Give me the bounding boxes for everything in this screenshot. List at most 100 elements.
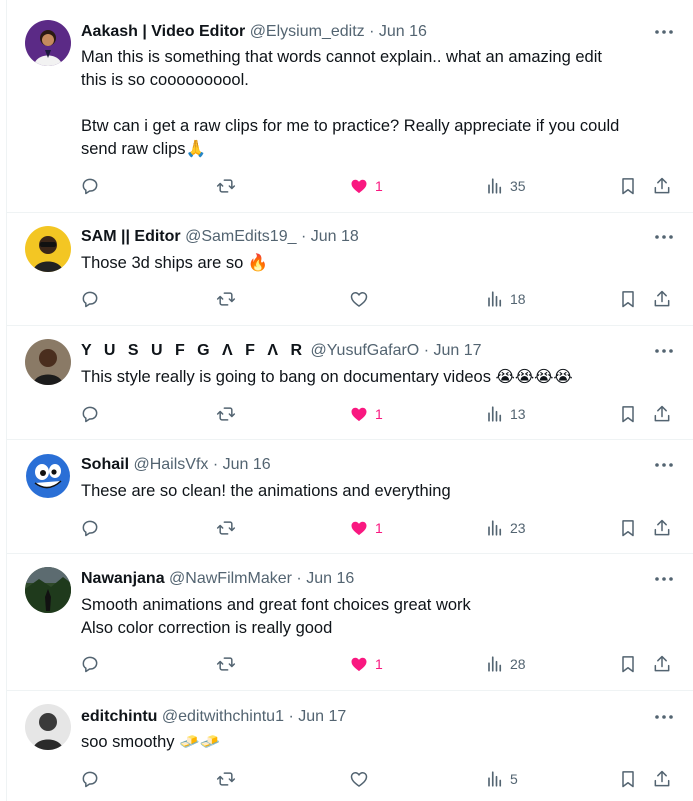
- retweet-button[interactable]: [216, 767, 236, 791]
- reply-icon: [82, 406, 98, 423]
- share-button[interactable]: [652, 767, 672, 791]
- like-count: 1: [375, 520, 383, 536]
- share-button[interactable]: [652, 652, 672, 676]
- tweet-date[interactable]: Jun 18: [311, 228, 359, 245]
- views-button[interactable]: 28: [486, 652, 526, 676]
- reply-tweet[interactable]: Aakash | Video Editor @Elysium_editz · J…: [7, 0, 693, 213]
- separator-dot: ·: [423, 342, 430, 359]
- like-button[interactable]: [349, 767, 375, 791]
- separator-dot: ·: [212, 456, 219, 473]
- view-count: 18: [510, 291, 526, 307]
- like-count: 1: [375, 178, 383, 194]
- views-button[interactable]: 18: [486, 287, 526, 311]
- retweet-button[interactable]: [216, 516, 236, 540]
- retweet-button[interactable]: [216, 174, 236, 198]
- bookmark-button[interactable]: [618, 516, 638, 540]
- text-line: This style really is going to bang on do…: [81, 368, 573, 386]
- bookmark-icon: [622, 406, 634, 423]
- avatar[interactable]: [25, 20, 71, 66]
- display-name[interactable]: editchintu: [81, 708, 157, 725]
- user-handle[interactable]: @YusufGafarO: [311, 342, 420, 359]
- view-count: 13: [510, 406, 526, 422]
- retweet-button[interactable]: [216, 402, 236, 426]
- share-button[interactable]: [652, 174, 672, 198]
- more-icon[interactable]: [647, 340, 681, 362]
- display-name[interactable]: Sohail: [81, 456, 129, 473]
- bookmark-button[interactable]: [618, 287, 638, 311]
- more-icon[interactable]: [647, 568, 681, 590]
- bookmark-button[interactable]: [618, 652, 638, 676]
- retweet-icon: [216, 407, 236, 421]
- views-button[interactable]: 23: [486, 516, 526, 540]
- reply-tweet[interactable]: editchintu @editwithchintu1 · Jun 17 soo…: [7, 690, 693, 801]
- share-icon: [654, 655, 670, 672]
- reply-button[interactable]: [80, 767, 100, 791]
- like-button[interactable]: 1: [349, 174, 383, 198]
- reply-tweet[interactable]: Sohail @HailsVfx · Jun 16 These are so c…: [7, 439, 693, 554]
- avatar[interactable]: [25, 704, 71, 750]
- views-button[interactable]: 13: [486, 402, 526, 426]
- user-handle[interactable]: @NawFilmMaker: [169, 570, 292, 587]
- avatar[interactable]: [25, 339, 71, 385]
- text-line: Btw can i get a raw clips for me to prac…: [81, 117, 620, 135]
- action-bar: 5: [7, 767, 693, 791]
- more-icon[interactable]: [647, 706, 681, 728]
- tweet-header: editchintu @editwithchintu1 · Jun 17: [81, 707, 346, 727]
- share-icon: [654, 519, 670, 536]
- retweet-button[interactable]: [216, 287, 236, 311]
- share-button[interactable]: [652, 287, 672, 311]
- tweet-header: Sohail @HailsVfx · Jun 16: [81, 455, 271, 475]
- avatar[interactable]: [25, 567, 71, 613]
- tweet-header: SAM || Editor @SamEdits19_ · Jun 18: [81, 227, 359, 247]
- separator-dot: ·: [369, 23, 375, 40]
- display-name[interactable]: Y U S U F G Λ F Λ R: [81, 342, 306, 359]
- tweet-date[interactable]: Jun 17: [298, 708, 346, 725]
- like-count: 1: [375, 656, 383, 672]
- user-handle[interactable]: @editwithchintu1: [162, 708, 284, 725]
- user-handle[interactable]: @SamEdits19_: [185, 228, 296, 245]
- display-name[interactable]: SAM || Editor: [81, 228, 181, 245]
- like-button[interactable]: 1: [349, 402, 383, 426]
- user-handle[interactable]: @Elysium_editz: [250, 23, 365, 40]
- separator-dot: ·: [296, 570, 302, 587]
- tweet-date[interactable]: Jun 16: [379, 23, 427, 40]
- views-button[interactable]: 5: [486, 767, 518, 791]
- text-line: Smooth animations and great font choices…: [81, 596, 471, 614]
- text-line: Man this is something that words cannot …: [81, 48, 602, 66]
- tweet-date[interactable]: Jun 16: [306, 570, 354, 587]
- separator-dot: ·: [300, 228, 307, 245]
- reply-tweet[interactable]: Y U S U F G Λ F Λ R @YusufGafarO · Jun 1…: [7, 325, 693, 440]
- bookmark-button[interactable]: [618, 767, 638, 791]
- more-icon[interactable]: [647, 226, 681, 248]
- share-button[interactable]: [652, 516, 672, 540]
- display-name[interactable]: Nawanjana: [81, 570, 165, 587]
- more-icon[interactable]: [647, 21, 681, 43]
- tweet-header: Aakash | Video Editor @Elysium_editz · J…: [81, 22, 427, 42]
- reply-tweet[interactable]: Nawanjana @NawFilmMaker · Jun 16 Smooth …: [7, 553, 693, 691]
- reply-button[interactable]: [80, 652, 100, 676]
- display-name[interactable]: Aakash | Video Editor: [81, 23, 245, 40]
- share-button[interactable]: [652, 402, 672, 426]
- avatar[interactable]: [25, 226, 71, 272]
- bookmark-button[interactable]: [618, 402, 638, 426]
- like-button[interactable]: 1: [349, 652, 383, 676]
- tweet-date[interactable]: Jun 17: [433, 342, 481, 359]
- avatar[interactable]: [25, 453, 71, 499]
- action-bar: 1 23: [7, 516, 693, 540]
- user-handle[interactable]: @HailsVfx: [133, 456, 208, 473]
- like-button[interactable]: [349, 287, 375, 311]
- reply-button[interactable]: [80, 174, 100, 198]
- views-button[interactable]: 35: [486, 174, 526, 198]
- tweet-date[interactable]: Jun 16: [223, 456, 271, 473]
- more-icon[interactable]: [647, 454, 681, 476]
- reply-button[interactable]: [80, 516, 100, 540]
- like-icon: [351, 657, 367, 672]
- retweet-button[interactable]: [216, 652, 236, 676]
- like-button[interactable]: 1: [349, 516, 383, 540]
- action-bar: 1 28: [7, 652, 693, 676]
- reply-button[interactable]: [80, 287, 100, 311]
- reply-button[interactable]: [80, 402, 100, 426]
- reply-icon: [82, 178, 98, 195]
- reply-tweet[interactable]: SAM || Editor @SamEdits19_ · Jun 18 Thos…: [7, 212, 693, 326]
- bookmark-button[interactable]: [618, 174, 638, 198]
